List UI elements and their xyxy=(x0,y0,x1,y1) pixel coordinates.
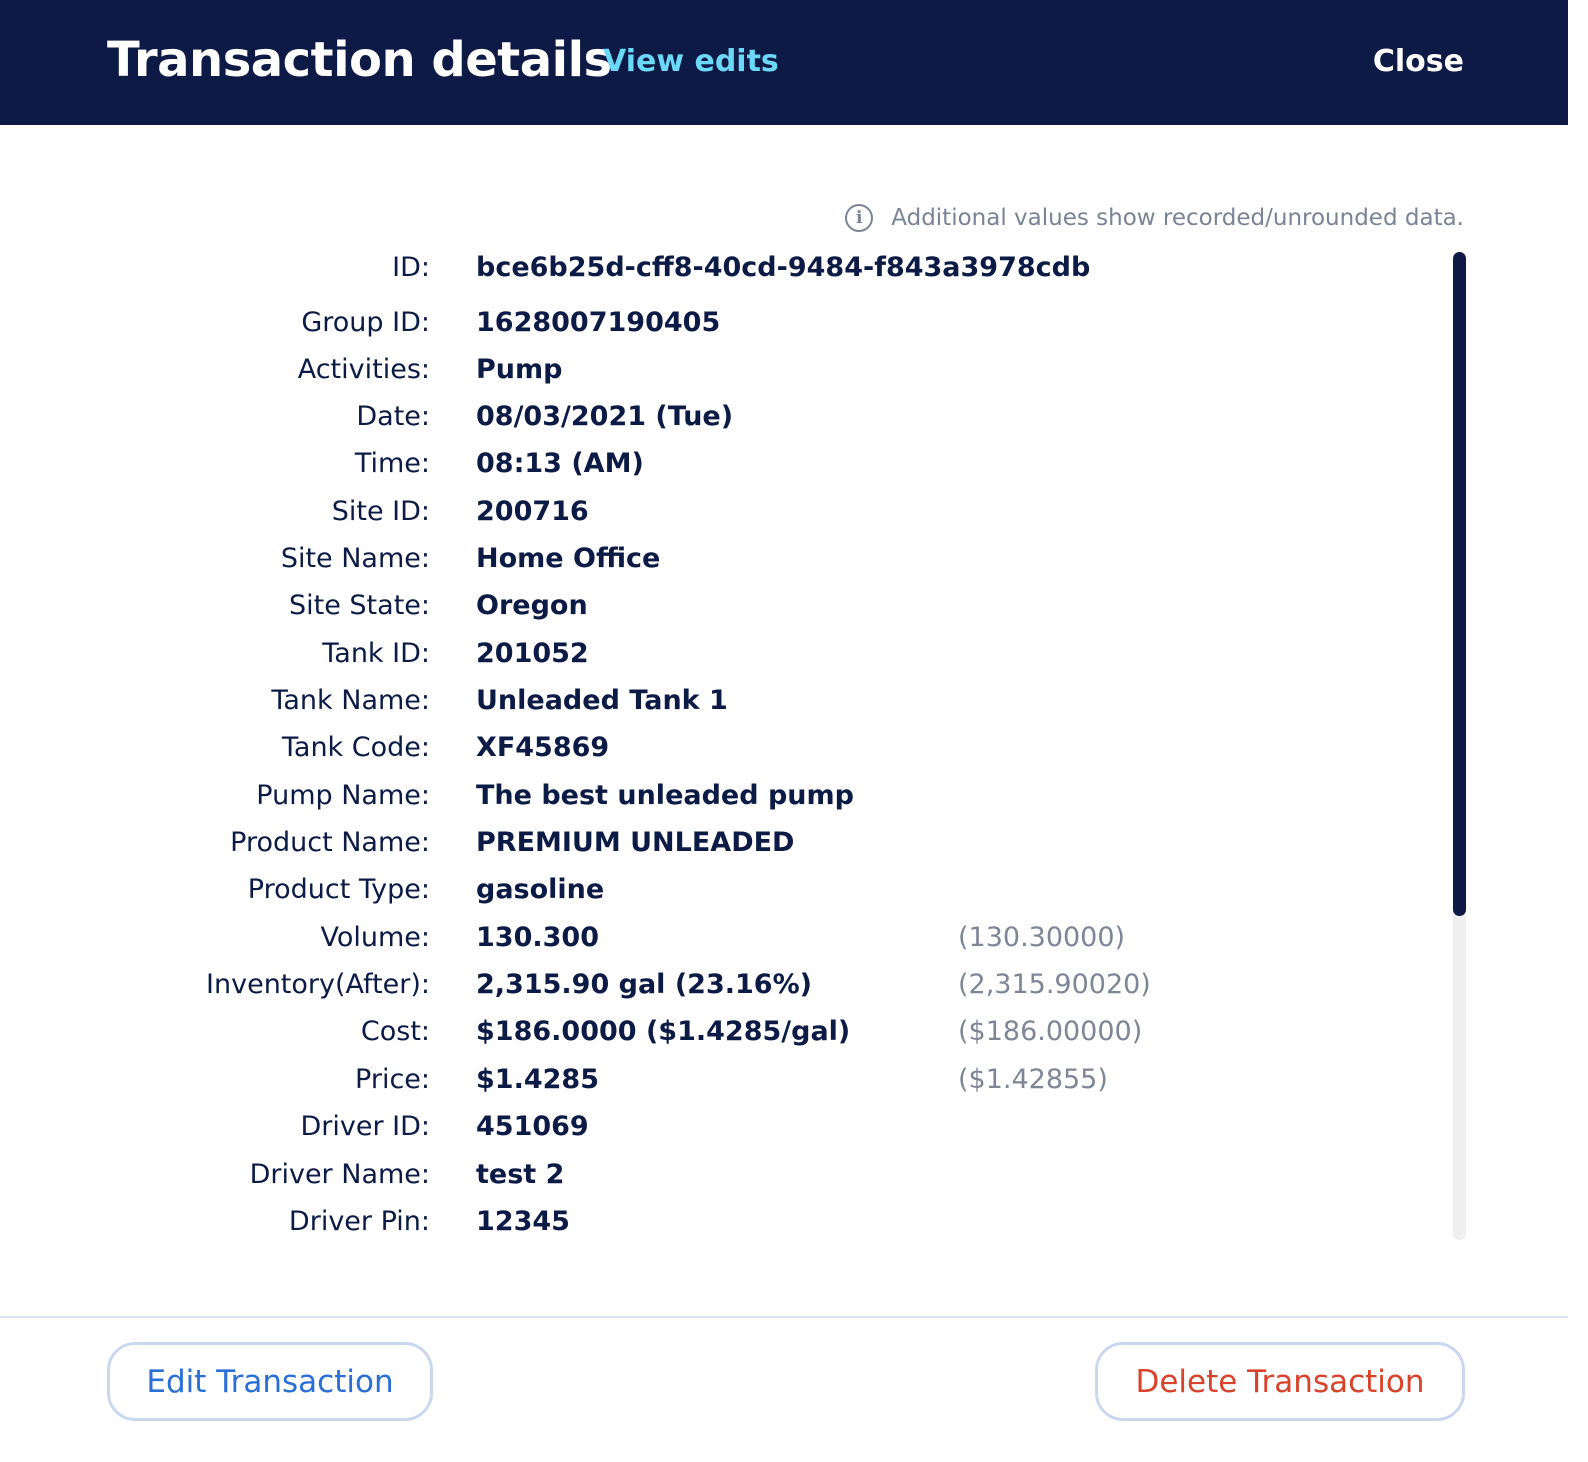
detail-value: 2,315.90 gal (23.16%) xyxy=(476,969,812,1000)
detail-label: Cost: xyxy=(360,1016,430,1047)
detail-label: Tank Name: xyxy=(271,685,430,716)
detail-row: Driver Name: test 2 xyxy=(0,1159,1440,1199)
detail-row: Activities: Pump xyxy=(0,354,1440,394)
detail-row: Site Name: Home Office xyxy=(0,543,1440,583)
detail-label: ID: xyxy=(392,252,430,283)
detail-row: Cost: $186.0000 ($1.4285/gal) ($186.00000) xyxy=(0,1016,1440,1056)
scrollbar-track[interactable] xyxy=(1453,252,1466,1240)
detail-label: Activities: xyxy=(297,354,430,385)
detail-value: XF45869 xyxy=(476,732,610,763)
edit-transaction-button[interactable]: Edit Transaction xyxy=(107,1342,433,1421)
detail-row: Inventory(After): 2,315.90 gal (23.16%) (2… xyxy=(0,969,1440,1009)
detail-label: Site ID: xyxy=(331,496,430,527)
detail-label: Tank ID: xyxy=(322,638,430,669)
detail-label: Price: xyxy=(355,1064,430,1095)
detail-row: Date: 08/03/2021 (Tue) xyxy=(0,401,1440,441)
detail-value: bce6b25d-cff8-40cd-9484-f843a3978cdb xyxy=(476,252,1091,283)
detail-value: $1.4285 xyxy=(476,1064,599,1095)
detail-label: Inventory(After): xyxy=(206,969,430,1000)
transaction-details-modal: Transaction details View edits Close i A… xyxy=(0,0,1568,1444)
detail-value: 08/03/2021 (Tue) xyxy=(476,401,734,432)
detail-value: 201052 xyxy=(476,638,589,669)
modal-header: Transaction details View edits Close xyxy=(0,0,1568,125)
detail-raw-value: ($1.42855) xyxy=(958,1064,1108,1095)
detail-label: Tank Code: xyxy=(281,732,430,763)
detail-row: Tank Name: Unleaded Tank 1 xyxy=(0,685,1440,725)
detail-value: PREMIUM UNLEADED xyxy=(476,827,795,858)
detail-value: 1628007190405 xyxy=(476,307,721,338)
detail-row: Product Name: PREMIUM UNLEADED xyxy=(0,827,1440,867)
detail-row: Volume: 130.300 (130.30000) xyxy=(0,922,1440,962)
detail-row: Driver Pin: 12345 xyxy=(0,1206,1440,1244)
detail-label: Group ID: xyxy=(301,307,430,338)
detail-value: Unleaded Tank 1 xyxy=(476,685,728,716)
detail-label: Product Type: xyxy=(247,874,430,905)
detail-label: Product Name: xyxy=(230,827,430,858)
detail-row: Driver ID: 451069 xyxy=(0,1111,1440,1151)
detail-row: Pump Name: The best unleaded pump xyxy=(0,780,1440,820)
info-note: i Additional values show recorded/unroun… xyxy=(845,204,1464,232)
detail-row: Tank ID: 201052 xyxy=(0,638,1440,678)
detail-value: 200716 xyxy=(476,496,589,527)
footer-divider xyxy=(0,1316,1568,1318)
scrollbar-thumb[interactable] xyxy=(1453,252,1466,916)
detail-value: 451069 xyxy=(476,1111,589,1142)
delete-transaction-button[interactable]: Delete Transaction xyxy=(1095,1342,1465,1421)
detail-row: Price: $1.4285 ($1.42855) xyxy=(0,1064,1440,1104)
detail-row: Tank Code: XF45869 xyxy=(0,732,1440,772)
detail-row: Product Type: gasoline xyxy=(0,874,1440,914)
info-icon: i xyxy=(845,204,874,232)
detail-row: Time: 08:13 (AM) xyxy=(0,448,1440,488)
detail-label: Driver Pin: xyxy=(288,1206,430,1237)
detail-value: Oregon xyxy=(476,590,588,621)
view-edits-link[interactable]: View edits xyxy=(603,44,779,79)
detail-value: Pump xyxy=(476,354,563,385)
detail-value: 130.300 xyxy=(476,922,599,953)
detail-raw-value: ($186.00000) xyxy=(958,1016,1143,1047)
details-list[interactable]: ID: bce6b25d-cff8-40cd-9484-f843a3978cdb G… xyxy=(0,248,1450,1244)
detail-label: Volume: xyxy=(320,922,430,953)
detail-value: gasoline xyxy=(476,874,605,905)
close-button[interactable]: Close xyxy=(1373,44,1464,79)
detail-row: ID: bce6b25d-cff8-40cd-9484-f843a3978cdb xyxy=(0,252,1440,292)
detail-label: Driver Name: xyxy=(249,1159,430,1190)
detail-raw-value: (130.30000) xyxy=(958,922,1126,953)
detail-label: Driver ID: xyxy=(300,1111,430,1142)
info-note-text: Additional values show recorded/unrounde… xyxy=(891,205,1464,231)
detail-value: 08:13 (AM) xyxy=(476,448,644,479)
detail-value: $186.0000 ($1.4285/gal) xyxy=(476,1016,851,1047)
detail-value: 12345 xyxy=(476,1206,570,1237)
detail-raw-value: (2,315.90020) xyxy=(958,969,1151,1000)
detail-label: Time: xyxy=(354,448,430,479)
detail-row: Site State: Oregon xyxy=(0,590,1440,630)
detail-value: Home Office xyxy=(476,543,661,574)
modal-title: Transaction details xyxy=(107,32,612,88)
detail-label: Site State: xyxy=(289,590,430,621)
detail-value: test 2 xyxy=(476,1159,565,1190)
detail-label: Site Name: xyxy=(280,543,430,574)
detail-row: Site ID: 200716 xyxy=(0,496,1440,536)
detail-label: Date: xyxy=(356,401,430,432)
detail-row: Group ID: 1628007190405 xyxy=(0,307,1440,347)
detail-label: Pump Name: xyxy=(256,780,430,811)
detail-value: The best unleaded pump xyxy=(476,780,854,811)
